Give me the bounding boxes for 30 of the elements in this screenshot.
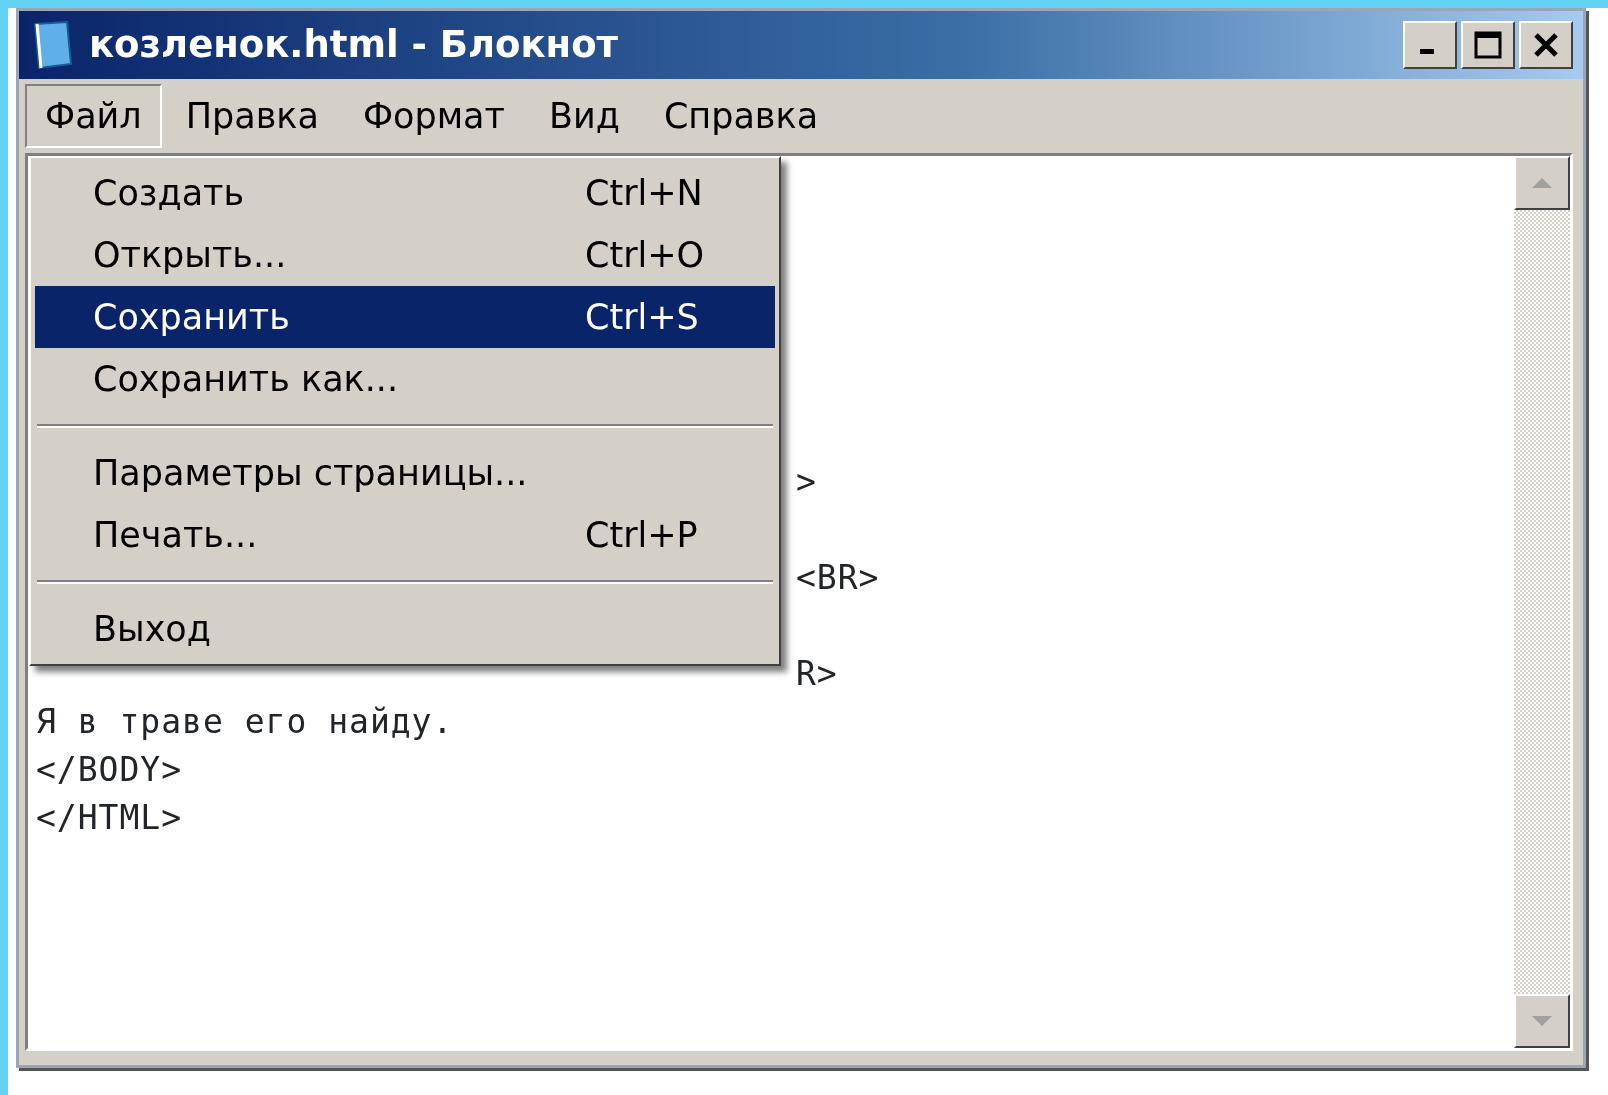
menu-item[interactable]: Формат: [342, 83, 525, 149]
code-line: </BODY>: [36, 750, 183, 789]
menu-entry[interactable]: Сохранить как...: [35, 348, 775, 410]
code-line: >: [796, 462, 817, 501]
menu-entry[interactable]: Сохранить Ctrl+S: [35, 286, 775, 348]
scroll-up-button[interactable]: [1514, 156, 1570, 210]
menu-entry[interactable]: Выход: [35, 598, 775, 660]
up-arrow-icon: [1530, 176, 1554, 190]
code-line: Я в траве его найду.: [36, 702, 454, 741]
maximize-icon: [1473, 30, 1503, 60]
minimize-icon: [1420, 48, 1434, 54]
menu-entry[interactable]: Параметры страницы...: [35, 442, 775, 504]
menu-item[interactable]: Вид: [528, 83, 640, 149]
menu-entry[interactable]: Открыть... Ctrl+O: [35, 224, 775, 286]
vertical-scrollbar[interactable]: [1514, 156, 1570, 1048]
menu-entry[interactable]: Печать... Ctrl+P: [35, 504, 775, 566]
close-icon: [1532, 31, 1560, 59]
menu-item[interactable]: Справка: [643, 83, 839, 149]
code-line: </HTML>: [36, 798, 183, 837]
menu-item[interactable]: Правка: [165, 83, 339, 149]
close-button[interactable]: [1519, 21, 1573, 69]
scroll-down-button[interactable]: [1514, 994, 1570, 1048]
menu-entry[interactable]: Создать Ctrl+N: [35, 162, 775, 224]
code-line: R>: [796, 654, 838, 693]
menu-item[interactable]: Файл: [25, 83, 162, 149]
minimize-button[interactable]: [1403, 21, 1457, 69]
down-arrow-icon: [1530, 1014, 1554, 1028]
window-title: козленок.html - Блокнот: [89, 22, 619, 69]
code-line: <BR>: [796, 558, 880, 597]
maximize-button[interactable]: [1461, 21, 1515, 69]
